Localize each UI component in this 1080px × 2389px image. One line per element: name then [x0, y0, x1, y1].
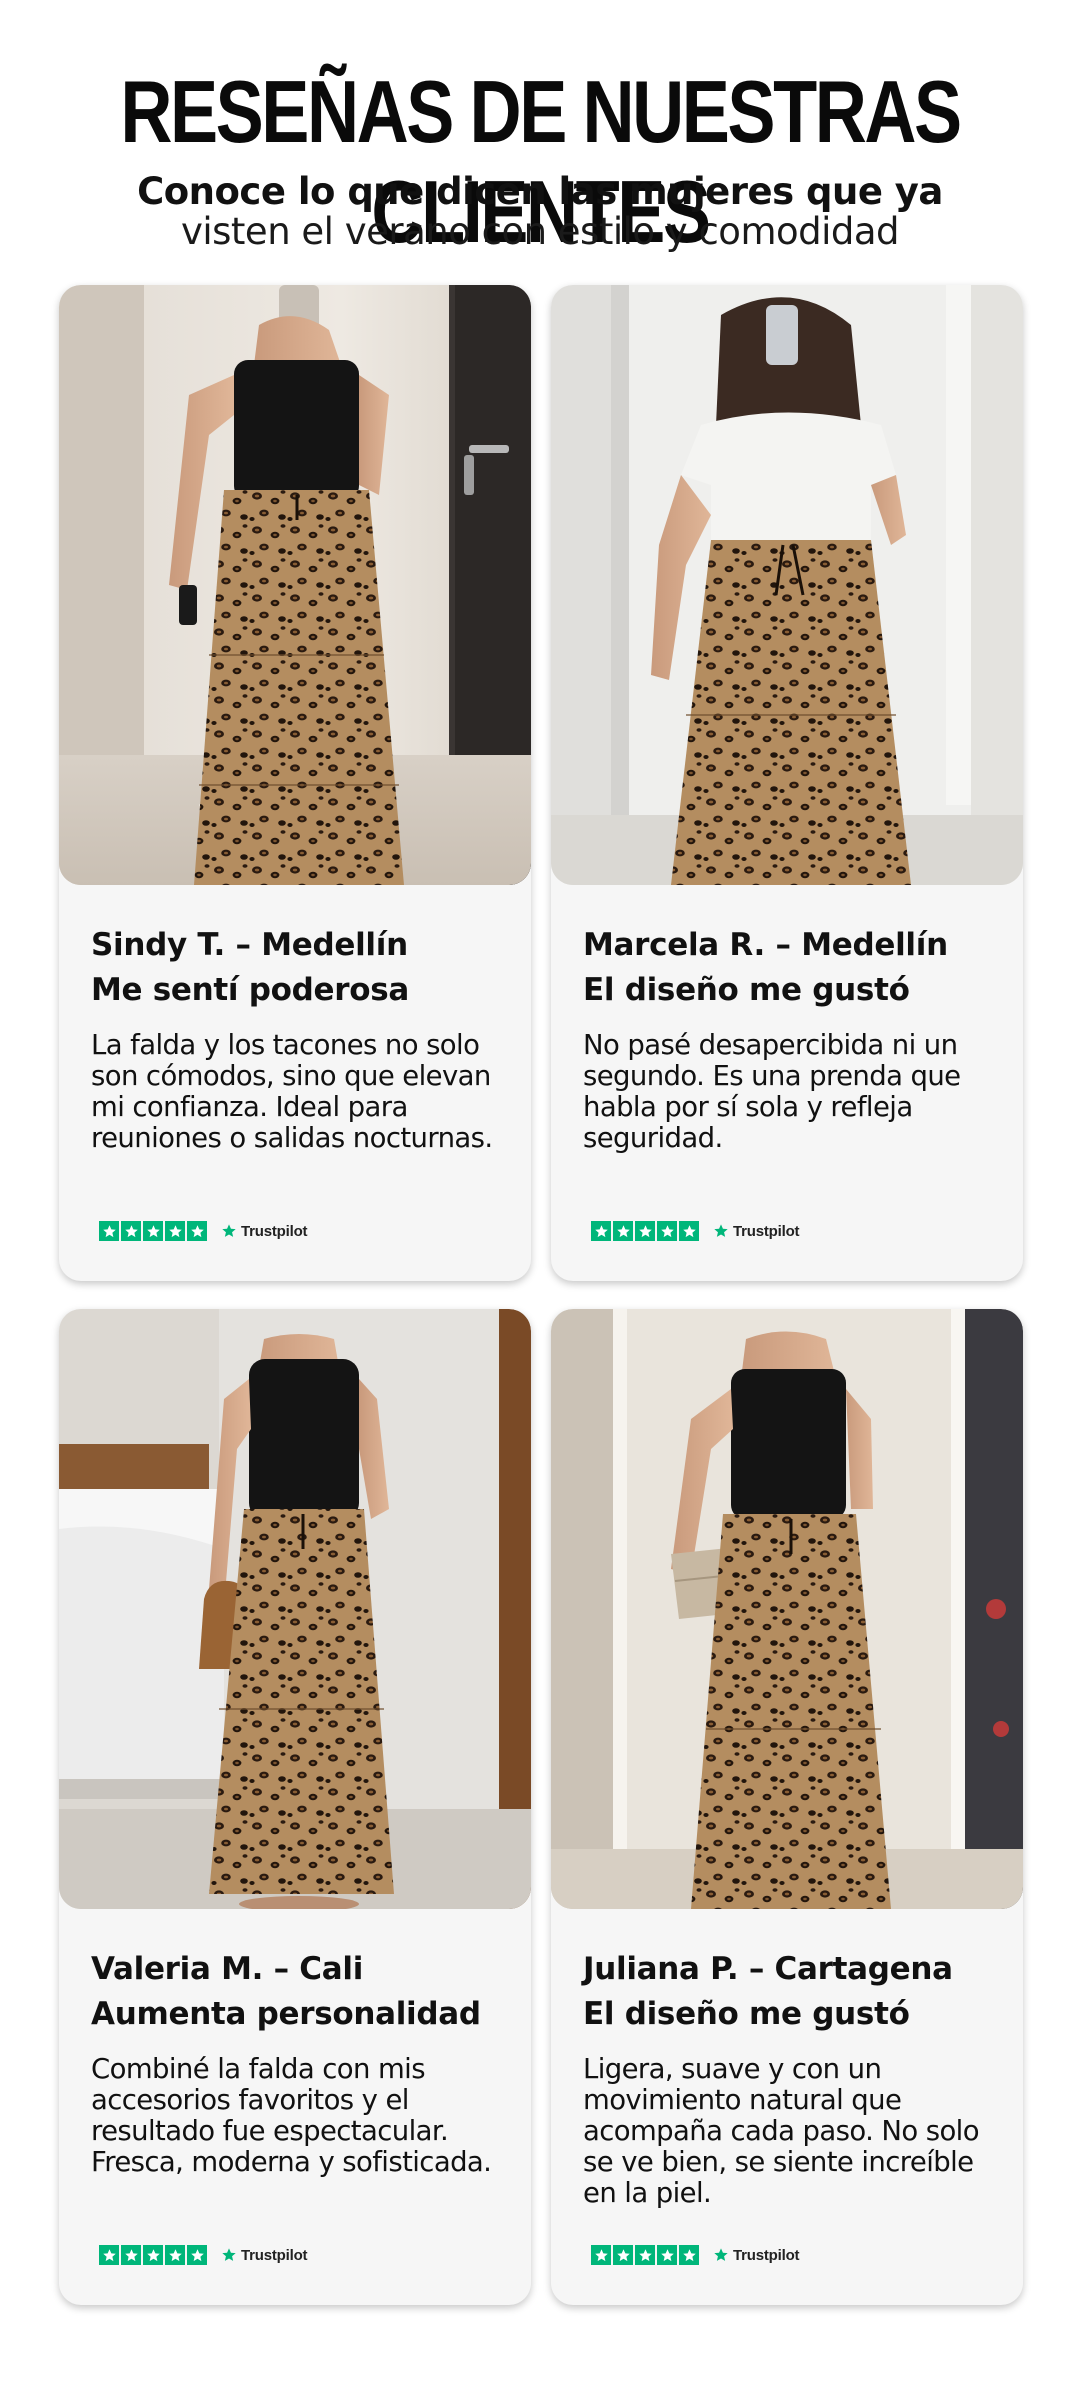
review-photo: [59, 285, 531, 885]
trustpilot-rating: Trustpilot: [99, 2244, 308, 2266]
reviewer-name: Marcela R. – Medellín: [583, 927, 948, 963]
star-icon: [657, 2245, 677, 2265]
star-icon: [591, 1221, 611, 1241]
review-card: Juliana P. – Cartagena El diseño me gust…: [551, 1309, 1023, 2305]
woman-black-strapless-top-leopard-skirt-photo: [59, 285, 531, 885]
page-subtitle-light: visten el verano con estilo y comodidad: [180, 210, 900, 253]
review-photo: [551, 1309, 1023, 1909]
trustpilot-star-icon: [714, 2248, 728, 2261]
star-icon: [187, 2245, 207, 2265]
trustpilot-rating: Trustpilot: [591, 2244, 800, 2266]
star-icon: [143, 2245, 163, 2265]
review-card: Valeria M. – Cali Aumenta personalidad C…: [59, 1309, 531, 2305]
reviewer-name: Sindy T. – Medellín: [91, 927, 408, 963]
review-photo: [59, 1309, 531, 1909]
reviewer-name: Valeria M. – Cali: [91, 1951, 364, 1987]
woman-black-cami-leopard-skirt-bedroom-photo: [59, 1309, 531, 1909]
trustpilot-logo: Trustpilot: [221, 2246, 308, 2264]
star-icon: [165, 2245, 185, 2265]
star-icon: [635, 1221, 655, 1241]
review-text: Ligera, suave y con un movimiento natura…: [583, 2053, 980, 2209]
trustpilot-logo: Trustpilot: [713, 1222, 800, 1240]
trustpilot-label: Trustpilot: [733, 2246, 800, 2264]
trustpilot-label: Trustpilot: [733, 1222, 800, 1240]
page-subtitle-bold: Conoce lo que dicen las mujeres que ya: [137, 170, 943, 213]
review-photo: [551, 285, 1023, 885]
star-icon: [613, 2245, 633, 2265]
trustpilot-rating: Trustpilot: [99, 1220, 308, 1242]
review-card: Sindy T. – Medellín Me sentí poderosa La…: [59, 285, 531, 1281]
review-headline: El diseño me gustó: [583, 972, 910, 1008]
star-icon: [165, 1221, 185, 1241]
star-icon: [591, 2245, 611, 2265]
trustpilot-logo: Trustpilot: [221, 1222, 308, 1240]
star-icon: [679, 1221, 699, 1241]
trustpilot-label: Trustpilot: [241, 1222, 308, 1240]
review-headline: El diseño me gustó: [583, 1996, 910, 2032]
reviewer-name: Juliana P. – Cartagena: [583, 1951, 953, 1987]
review-card: Marcela R. – Medellín El diseño me gustó…: [551, 285, 1023, 1281]
trustpilot-star-icon: [222, 1224, 236, 1237]
trustpilot-label: Trustpilot: [241, 2246, 308, 2264]
trustpilot-star-icon: [222, 2248, 236, 2261]
star-icon: [121, 2245, 141, 2265]
trustpilot-logo: Trustpilot: [713, 2246, 800, 2264]
review-headline: Me sentí poderosa: [91, 972, 410, 1008]
trustpilot-star-icon: [714, 1224, 728, 1237]
trustpilot-rating: Trustpilot: [591, 1220, 800, 1242]
star-icon: [143, 1221, 163, 1241]
review-headline: Aumenta personalidad: [91, 1996, 481, 2032]
star-icon: [657, 1221, 677, 1241]
star-icon: [613, 1221, 633, 1241]
star-icon: [635, 2245, 655, 2265]
woman-white-tee-leopard-skirt-photo: [551, 285, 1023, 885]
star-icon: [99, 2245, 119, 2265]
star-icon: [99, 1221, 119, 1241]
star-icon: [679, 2245, 699, 2265]
star-icon: [121, 1221, 141, 1241]
woman-black-strapless-leopard-skirt-clutch-photo: [551, 1309, 1023, 1909]
review-text: No pasé desapercibida ni un segundo. Es …: [583, 1029, 961, 1154]
review-text: La falda y los tacones no solo son cómod…: [91, 1029, 493, 1154]
star-icon: [187, 1221, 207, 1241]
review-text: Combiné la falda con mis accesorios favo…: [91, 2053, 492, 2178]
